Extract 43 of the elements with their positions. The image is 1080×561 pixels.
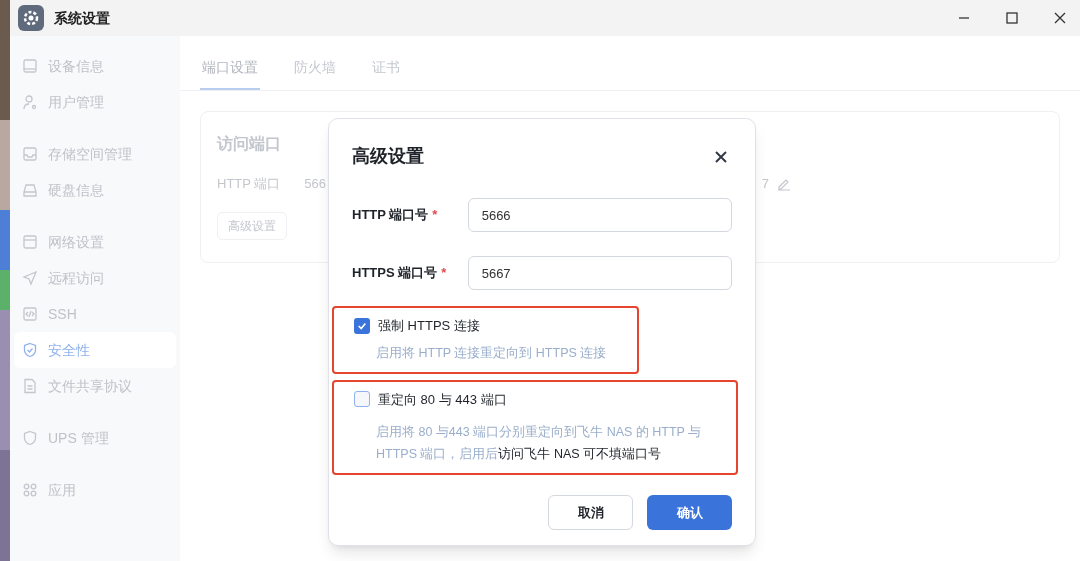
tab[interactable]: 证书 [370,46,402,90]
shield-icon [22,430,38,446]
required-mark: * [441,265,447,281]
user-icon [22,94,38,110]
option-description: 启用将 80 与443 端口分别重定向到飞牛 NAS 的 HTTP 与 HTTPS 端口，启用后访问飞牛 NAS 可不填端口号 [375,424,703,463]
option-description: 启用将 HTTP 连接重定向到 HTTPS 连接 [375,344,608,362]
grid-icon [22,482,38,498]
field-label: HTTPS 端口号 [352,265,438,281]
send-icon [22,270,38,286]
sidebar-item[interactable]: 应用 [14,472,176,508]
option-label: 强制 HTTPS 连接 [378,317,480,335]
option-label: 重定向 80 与 443 端口 [378,390,507,409]
close-icon[interactable] [1054,12,1066,24]
check-icon [357,320,367,331]
maximize-icon[interactable] [1006,12,1018,24]
sidebar-item[interactable]: 网络设置 [14,224,176,260]
field-label: HTTP 端口号 [352,207,429,223]
monitor-icon [22,58,38,74]
checkbox[interactable] [354,317,370,334]
confirm-button[interactable]: 确认 [647,495,732,530]
document-icon [22,378,38,394]
drive-icon [22,182,38,198]
checkbox[interactable] [354,391,370,408]
input-field[interactable]: 5666 [467,198,732,232]
input-field[interactable]: 5667 [467,256,732,290]
sidebar-item[interactable]: 安全性 [14,332,176,368]
field-value: 566 [304,175,327,193]
shield-check-icon [22,342,38,358]
cancel-button[interactable]: 取消 [548,495,633,530]
dialog-title: 高级设置 [352,145,424,168]
tab[interactable]: 防火墙 [292,46,338,90]
field-value: 7 [761,175,769,193]
tray-icon [22,146,38,162]
tab[interactable]: 端口设置 [200,46,260,90]
window-title: 系统设置 [54,8,110,28]
card-title: 访问端口 [217,134,281,154]
required-mark: * [432,207,438,223]
gear-icon [18,5,44,31]
close-icon[interactable] [715,150,727,163]
sidebar-item[interactable]: SSH [14,296,176,332]
code-icon [22,306,38,322]
sidebar-item[interactable]: 设备信息 [14,48,176,84]
window-icon [22,234,38,250]
